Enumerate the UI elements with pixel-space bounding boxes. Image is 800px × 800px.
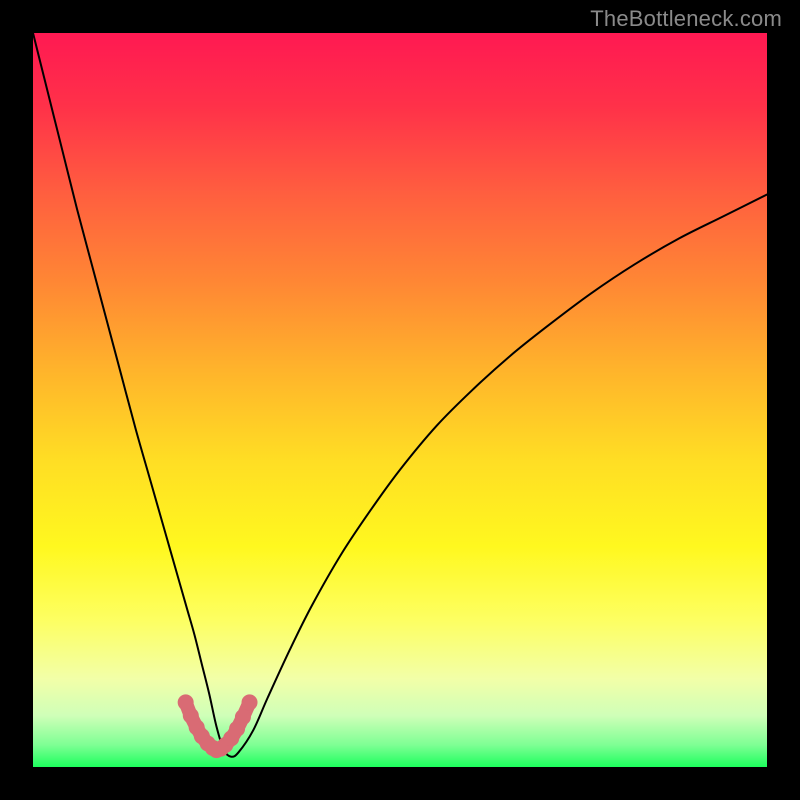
pink-marker-dot bbox=[242, 694, 258, 710]
chart-svg bbox=[33, 33, 767, 767]
chart-frame: TheBottleneck.com bbox=[0, 0, 800, 800]
plot-area bbox=[33, 33, 767, 767]
pink-marker-dot bbox=[235, 709, 251, 725]
gradient-background bbox=[33, 33, 767, 767]
watermark-text: TheBottleneck.com bbox=[590, 6, 782, 32]
